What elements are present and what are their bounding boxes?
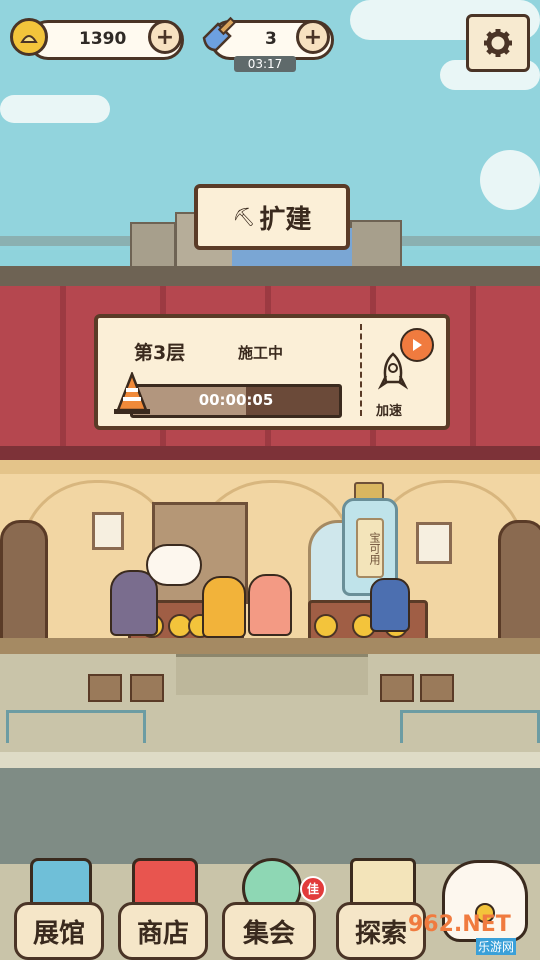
traffic-cone-icon bbox=[112, 370, 152, 416]
gear-icon bbox=[484, 29, 512, 57]
duck-visitor-character[interactable] bbox=[202, 576, 246, 638]
floor-label: 第3层 bbox=[134, 342, 186, 364]
panel-divider bbox=[360, 324, 364, 416]
add-shovels-button[interactable]: + bbox=[296, 20, 330, 54]
progress-timer: 00:00:05 bbox=[198, 391, 274, 409]
plant-pot bbox=[420, 674, 454, 702]
grandma-visitor-character[interactable] bbox=[248, 574, 292, 636]
right-door[interactable] bbox=[498, 520, 540, 644]
curb bbox=[0, 752, 540, 768]
settings-button[interactable] bbox=[466, 14, 530, 72]
rooftop-crate bbox=[350, 220, 402, 270]
add-coins-button[interactable]: + bbox=[148, 20, 182, 54]
awning-fold bbox=[470, 286, 476, 446]
expand-label: 扩建 bbox=[259, 204, 312, 235]
shovel-icon bbox=[196, 14, 240, 58]
shovel-timer: 03:17 bbox=[234, 56, 296, 72]
plant-pot bbox=[88, 674, 122, 702]
cloud bbox=[0, 95, 110, 123]
status-label: 施工中 bbox=[238, 344, 284, 362]
nav-label: 商店 bbox=[136, 918, 189, 949]
visitor-character[interactable] bbox=[110, 570, 158, 636]
pharaoh-visitor-character[interactable] bbox=[370, 578, 410, 632]
collectable-coin-icon[interactable] bbox=[314, 614, 338, 638]
left-door[interactable] bbox=[0, 520, 48, 644]
nav-exhibition-button[interactable]: 展馆 bbox=[14, 858, 104, 960]
plant-pot bbox=[380, 674, 414, 702]
nav-label: 展馆 bbox=[32, 918, 85, 949]
watermark-logo: 962.NET 乐游网 bbox=[400, 912, 536, 956]
nav-label: 集会 bbox=[242, 918, 295, 949]
construction-panel: 第3层 施工中 00:00:05 加速 bbox=[94, 314, 450, 430]
rooftop-crate bbox=[130, 222, 176, 270]
awning-fold bbox=[60, 286, 66, 446]
nav-gathering-button[interactable]: 集会 佳 bbox=[222, 858, 326, 960]
hammer-icon: ⛏ bbox=[232, 206, 256, 228]
lucky-cat-character[interactable] bbox=[146, 544, 202, 586]
bottle-note: 宝可用 bbox=[356, 518, 384, 578]
cloud bbox=[480, 150, 540, 210]
railing bbox=[6, 710, 146, 743]
watermark-brand: 962.NET bbox=[408, 912, 511, 937]
entrance-steps bbox=[176, 654, 368, 695]
roof-ledge bbox=[0, 266, 540, 286]
road bbox=[0, 768, 540, 864]
progress-bar: 00:00:05 bbox=[130, 384, 342, 418]
speed-up-label: 加速 bbox=[376, 404, 403, 419]
speed-up-button[interactable]: 加速 bbox=[370, 326, 440, 419]
bottle-exhibit[interactable]: 宝可用 bbox=[340, 482, 398, 596]
railing bbox=[400, 710, 540, 743]
awning-edge bbox=[0, 446, 540, 460]
wall-trim bbox=[0, 460, 540, 474]
coin-count: 1390 bbox=[79, 29, 127, 49]
nav-notification-badge: 佳 bbox=[300, 876, 326, 902]
nav-shop-button[interactable]: 商店 bbox=[118, 858, 208, 960]
museum-floor bbox=[0, 638, 540, 654]
shovel-count: 3 bbox=[265, 29, 277, 49]
wall-picture bbox=[92, 512, 124, 550]
coin-icon bbox=[10, 18, 48, 56]
expand-button[interactable]: ⛏ 扩建 bbox=[194, 184, 350, 250]
wall-picture bbox=[416, 522, 452, 564]
rocket-icon bbox=[377, 352, 409, 396]
plant-pot bbox=[130, 674, 164, 702]
watermark-sub: 乐游网 bbox=[476, 938, 517, 955]
